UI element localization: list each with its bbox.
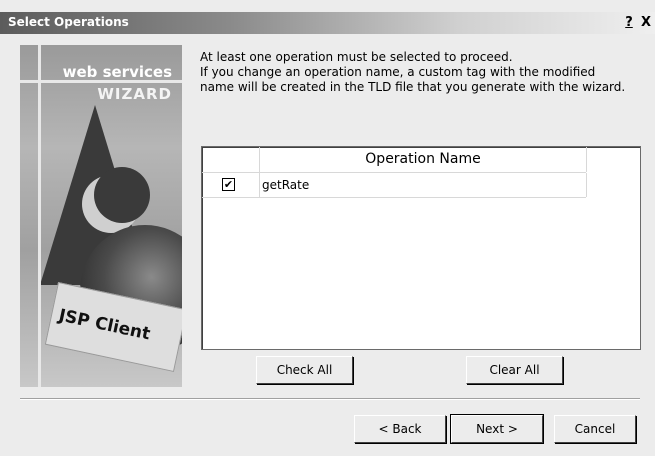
banner-brand-line1: web services — [62, 63, 172, 81]
instructions-text: At least one operation must be selected … — [200, 50, 640, 95]
title-bar: Select Operations ? X — [0, 12, 655, 34]
back-button[interactable]: < Back — [354, 415, 446, 443]
next-button[interactable]: Next > — [451, 415, 543, 443]
window-title: Select Operations — [8, 15, 129, 29]
instruction-line: name will be created in the TLD file tha… — [200, 80, 626, 94]
clear-all-button[interactable]: Clear All — [466, 356, 563, 384]
instruction-line: At least one operation must be selected … — [200, 50, 513, 64]
operation-name-column-header[interactable]: Operation Name — [260, 147, 587, 172]
close-button[interactable]: X — [639, 15, 653, 30]
table-row[interactable]: ✔ getRate — [202, 173, 587, 198]
operation-name-cell[interactable]: getRate — [262, 178, 309, 192]
help-button[interactable]: ? — [622, 15, 636, 30]
checkbox-column-header — [202, 147, 260, 172]
footer-separator — [20, 398, 640, 400]
operations-table[interactable]: Operation Name ✔ getRate — [201, 146, 641, 350]
operation-checkbox[interactable]: ✔ — [222, 178, 235, 191]
cancel-button[interactable]: Cancel — [554, 415, 636, 443]
check-all-button[interactable]: Check All — [256, 356, 353, 384]
table-header: Operation Name — [202, 147, 587, 173]
banner-brand-line2: WIZARD — [97, 85, 172, 103]
wizard-banner-image: JSP Client web services WIZARD — [20, 45, 182, 387]
instruction-line: If you change an operation name, a custo… — [200, 65, 596, 79]
select-operations-dialog: Select Operations ? X JSP Client web ser… — [0, 0, 655, 456]
